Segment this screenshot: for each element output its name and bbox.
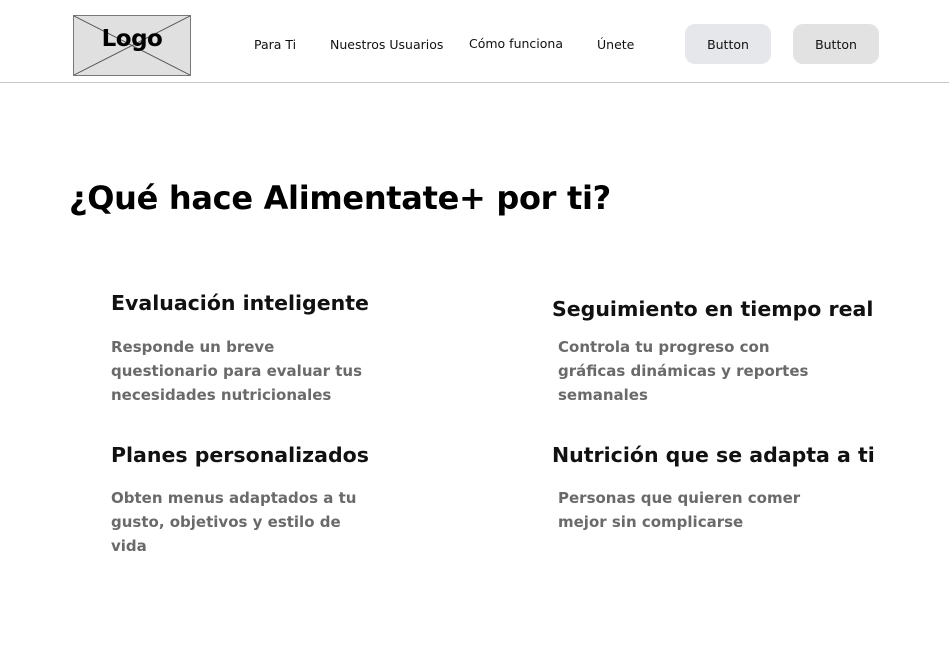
nav-link-para-ti[interactable]: Para Ti: [254, 37, 296, 52]
nav-link-nuestros-usuarios[interactable]: Nuestros Usuarios: [330, 37, 443, 52]
feature-description-seguimiento: Controla tu progreso con gráficas dinámi…: [558, 338, 809, 404]
feature-title-planes: Planes personalizados: [111, 443, 369, 467]
logo-text: Logo: [101, 26, 163, 52]
header-button-primary[interactable]: Button: [685, 24, 771, 64]
navbar: Logo Para Ti Nuestros Usuarios Cómo func…: [0, 0, 949, 83]
header-button-secondary[interactable]: Button: [793, 24, 879, 64]
feature-description-planes: Obten menus adaptados a tu gusto, objeti…: [111, 489, 357, 555]
feature-title-nutricion: Nutrición que se adapta a ti: [552, 443, 875, 467]
feature-description-evaluacion: Responde un breve questionario para eval…: [111, 338, 363, 404]
feature-title-seguimiento: Seguimiento en tiempo real: [552, 297, 874, 321]
logo[interactable]: Logo: [73, 15, 191, 76]
nav-link-unete[interactable]: Únete: [597, 37, 634, 52]
nav-link-como-funciona[interactable]: Cómo funciona: [469, 36, 563, 51]
page-headline: ¿Qué hace Alimentate+ por ti?: [69, 179, 611, 217]
feature-title-evaluacion: Evaluación inteligente: [111, 291, 369, 315]
feature-description-nutricion: Personas que quieren comer mejor sin com…: [558, 489, 801, 531]
